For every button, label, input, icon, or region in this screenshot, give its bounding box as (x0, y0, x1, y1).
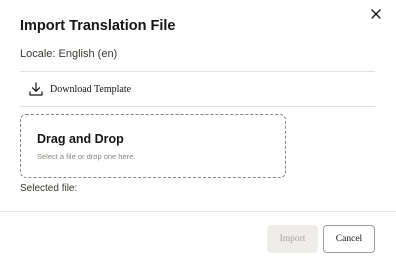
import-button[interactable]: Import (267, 225, 318, 253)
download-template-link[interactable]: Download Template (28, 80, 131, 98)
download-template-label: Download Template (50, 83, 132, 95)
download-icon (28, 81, 44, 97)
locale-text: Locale: English (en) (20, 48, 118, 60)
close-button[interactable] (368, 6, 384, 22)
dropzone-subtitle: Select a file or drop one here. (37, 152, 136, 161)
selected-file-label: Selected file: (20, 183, 78, 194)
import-translation-dialog: Import Translation File Locale: English … (0, 0, 396, 273)
footer-divider (0, 211, 396, 212)
divider (20, 106, 375, 107)
divider (20, 71, 375, 72)
close-icon (371, 9, 381, 19)
dropzone-title: Drag and Drop (37, 132, 124, 146)
dialog-title: Import Translation File (20, 18, 176, 34)
file-dropzone[interactable]: Drag and Drop Select a file or drop one … (20, 114, 286, 178)
cancel-button[interactable]: Cancel (323, 225, 375, 253)
